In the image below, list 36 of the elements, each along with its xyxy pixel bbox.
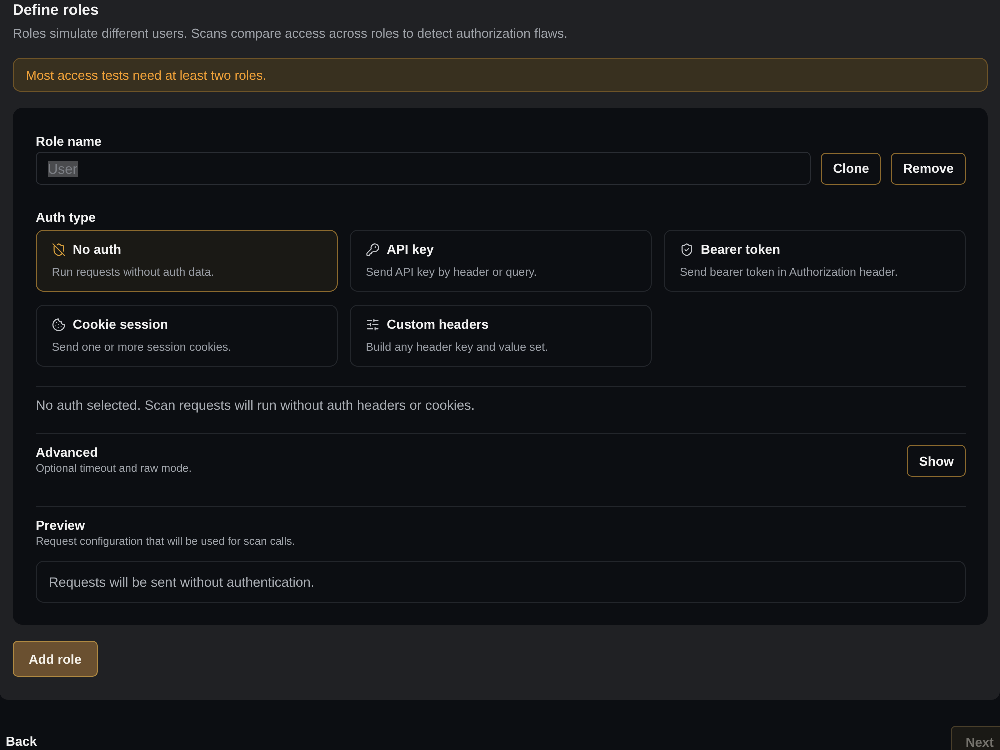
notice-banner: Most access tests need at least two roles. <box>13 58 988 92</box>
auth-type-label: Auth type <box>36 210 97 226</box>
auth-option[interactable]: Bearer token Send bearer token in Authorization header. <box>664 230 966 292</box>
shield-off-icon <box>52 243 66 257</box>
auth-option-description: Run requests without auth data. <box>52 267 216 280</box>
preview-text: Requests will be sent without authentication. <box>36 561 966 603</box>
preview-description: Request configuration that will be used for scan calls. <box>36 536 296 549</box>
auth-option-description: Build any header key and value set. <box>366 342 550 355</box>
auth-option[interactable]: No auth Run requests without auth data. <box>36 230 338 292</box>
sliders-icon <box>366 318 380 332</box>
auth-option-title: Custom headers <box>387 317 489 333</box>
page-title: Define roles <box>13 1 100 21</box>
preview-title: Preview <box>36 518 86 534</box>
auth-option-description: Send one or more session cookies. <box>52 342 233 355</box>
clone-button[interactable]: Clone <box>821 152 882 184</box>
show-button[interactable]: Show <box>907 445 966 477</box>
auth-option[interactable]: Cookie session Send one or more session cookies. <box>36 305 338 367</box>
advanced-title: Advanced <box>36 445 100 461</box>
key-icon <box>366 243 380 257</box>
advanced-description: Optional timeout and raw mode. <box>36 463 192 476</box>
auth-option-description: Send bearer token in Authorization header. <box>680 267 900 280</box>
back-button[interactable]: Back <box>6 735 38 749</box>
auth-option-title: Cookie session <box>73 317 168 333</box>
auth-option-title: API key <box>387 242 434 258</box>
auth-option[interactable]: API key Send API key by header or query. <box>350 230 652 292</box>
page-subtitle: Roles simulate different users. Scans compare access across roles to detect authorization flaws. <box>13 26 569 42</box>
add-role-button[interactable]: Add role <box>13 641 98 677</box>
auth-option[interactable]: Custom headers Build any header key and value set. <box>350 305 652 367</box>
remove-button[interactable]: Remove <box>891 152 966 184</box>
role-name-label: Role name <box>36 134 103 150</box>
auth-option-title: No auth <box>73 242 122 258</box>
cookie-icon <box>52 318 66 332</box>
auth-option-title: Bearer token <box>701 242 780 258</box>
auth-option-description: Send API key by header or query. <box>366 267 538 280</box>
auth-status-text: No auth selected. Scan requests will run without auth headers or cookies. <box>36 386 966 434</box>
shield-check-icon <box>680 243 694 257</box>
